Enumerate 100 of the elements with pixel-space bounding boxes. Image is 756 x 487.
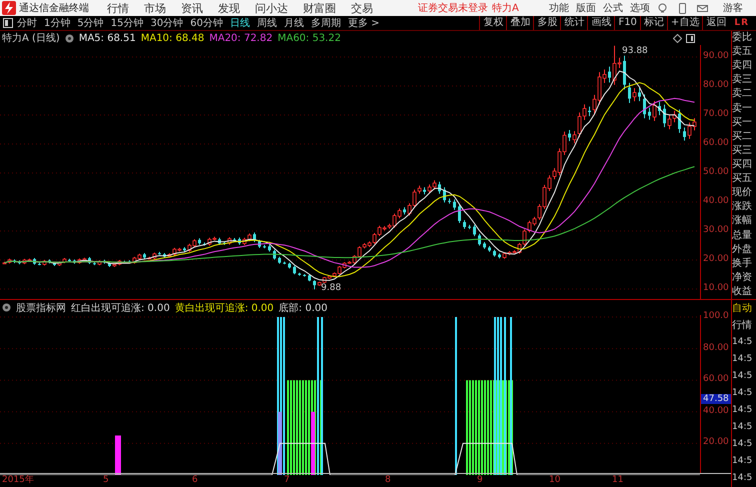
indicator-source: 股票指标网 [16, 302, 66, 314]
login-status: 证券交易未登录 [418, 2, 488, 15]
candlestick [652, 100, 656, 122]
menu-item[interactable]: 公式 [602, 1, 623, 15]
chart-title: 特力A (日线) [2, 32, 60, 45]
quote-label: 换手 [732, 256, 753, 271]
period-tab[interactable]: 5分钟 [77, 16, 104, 30]
chart-tool-button[interactable]: 叠加 [506, 16, 534, 30]
candlestick [13, 258, 16, 264]
candlestick [458, 204, 461, 224]
date-label: 9 [477, 474, 483, 486]
candlestick [683, 127, 686, 142]
menu-item[interactable]: 版面 [576, 1, 596, 15]
candlestick [268, 244, 271, 252]
quote-label: 卖五 [732, 45, 753, 60]
chart-tool-button[interactable]: 画线 [587, 16, 614, 30]
candlestick [638, 87, 641, 102]
chart-tool-button[interactable]: 复权 [479, 16, 506, 30]
candlestick [38, 262, 41, 266]
price-annotation: 9.88 [321, 283, 342, 293]
chart-tool-button[interactable]: 多股 [533, 16, 560, 30]
moving-average-value: MA5: 68.51 [78, 32, 136, 44]
period-tab[interactable]: 1分钟 [44, 16, 70, 30]
mode-label[interactable]: 自动 [732, 300, 756, 317]
axis-label: 80.00 [703, 80, 729, 90]
quote-label: 涨跌 [732, 200, 753, 214]
axis-label: 80.00 [703, 342, 729, 353]
period-tab[interactable]: 60分钟 [190, 16, 223, 30]
period-tab[interactable]: 更多 > [348, 16, 380, 30]
candlestick [42, 260, 46, 266]
period-tab[interactable]: 日线 [230, 16, 250, 30]
candlestick [678, 109, 681, 134]
candlestick [88, 256, 91, 264]
candlestick [98, 260, 102, 266]
menu-item[interactable]: 资讯 [181, 0, 203, 16]
corner-badge-letter: L [734, 18, 740, 28]
trade-time: 14:5 [732, 404, 754, 417]
candlestick [483, 242, 486, 250]
menu-item[interactable]: 行情 [107, 0, 129, 16]
settings-icon [2, 303, 11, 312]
chart-tool-button[interactable]: 统计 [560, 16, 588, 30]
axis-label: 30.00 [703, 225, 729, 235]
axis-label: 40.00 [703, 196, 729, 206]
settings-icon [64, 34, 74, 42]
trade-time: 14:5 [732, 421, 754, 434]
chart-tool-button[interactable]: 标记 [640, 16, 667, 30]
candlestick [183, 246, 186, 252]
envelope-icon[interactable] [696, 2, 708, 14]
price-annotation: 93.88 [622, 46, 648, 56]
phone-icon[interactable] [676, 2, 688, 14]
menu-item[interactable]: 问小达 [255, 0, 288, 16]
chart-tool-button[interactable]: 返回 [702, 16, 730, 30]
candlestick [473, 224, 476, 237]
candlestick [298, 272, 301, 276]
indicator-value: 黄白出现可追涨: 0.00 [174, 302, 274, 314]
axis-label: 70.00 [703, 109, 729, 119]
menu-item[interactable]: 交易 [351, 0, 373, 16]
candlestick [263, 244, 266, 249]
menu-item[interactable]: 选项 [630, 1, 650, 15]
period-tab[interactable]: 分时 [17, 16, 37, 30]
period-tab[interactable]: 15分钟 [110, 16, 144, 30]
chart-tool-button[interactable]: F10 [614, 16, 640, 30]
mode-label[interactable]: 行情 [732, 317, 756, 334]
current-value-label: 47.58 [701, 394, 731, 404]
period-tab[interactable]: 月线 [284, 16, 304, 30]
trade-time: 14:5 [732, 353, 754, 366]
period-tab[interactable]: 30分钟 [150, 16, 184, 30]
candlestick [158, 251, 161, 256]
quote-label: 买一 [732, 116, 753, 130]
candlestick [73, 258, 76, 264]
candlestick [498, 252, 501, 259]
candlestick [448, 198, 451, 204]
menu-item[interactable]: 功能 [548, 1, 569, 15]
user-name[interactable]: 游客 [722, 1, 743, 15]
candlestick [283, 261, 286, 265]
bulb-icon[interactable] [656, 2, 668, 14]
candlestick [478, 233, 481, 246]
panel-toggle-icon[interactable] [3, 18, 13, 28]
moving-average-value: MA60: 53.22 [278, 32, 341, 44]
menu-item[interactable]: 发现 [218, 0, 240, 16]
candlestick [233, 238, 236, 242]
indicator-value: 红白出现可追涨: 0.00 [71, 302, 170, 314]
menu-item[interactable]: 财富圈 [303, 0, 336, 16]
quote-label: 买二 [732, 130, 753, 144]
menu-item[interactable]: 市场 [144, 0, 166, 16]
trade-time: 14:5 [732, 455, 754, 468]
quote-label: 买五 [732, 172, 753, 186]
candlestick [48, 258, 51, 264]
candlestick [313, 280, 316, 290]
axis-label: 60.00 [703, 138, 729, 148]
quote-label: 收益 [732, 285, 753, 300]
period-tab[interactable]: 周线 [256, 16, 277, 30]
candlestick [423, 186, 426, 195]
candlestick [93, 262, 96, 266]
date-label: 6 [192, 474, 198, 486]
candlestick [18, 260, 21, 265]
axis-label: 20.00 [703, 437, 729, 448]
chart-tool-button[interactable]: +自选 [666, 16, 702, 30]
candlestick [308, 274, 311, 282]
period-tab[interactable]: 多周期 [310, 16, 341, 30]
